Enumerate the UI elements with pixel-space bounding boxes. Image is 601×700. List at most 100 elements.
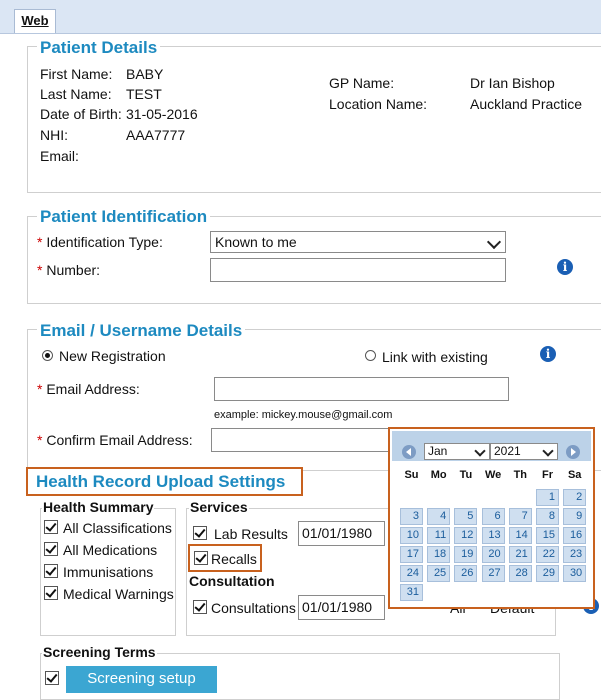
calendar-day[interactable]: 3 — [400, 508, 423, 525]
chevron-down-icon — [486, 234, 502, 250]
number-label: * Number: — [37, 262, 101, 278]
gp-name-value: Dr Ian Bishop — [470, 75, 555, 91]
chevron-down-icon — [542, 445, 554, 457]
tab-web[interactable]: Web — [14, 9, 56, 33]
services-title: Services — [189, 499, 249, 515]
email-address-input[interactable] — [214, 377, 509, 401]
consultations-checkbox[interactable] — [193, 600, 207, 614]
all-classifications-checkbox[interactable] — [44, 520, 58, 534]
calendar-weekday: Th — [513, 469, 528, 481]
medical-warnings-checkbox[interactable] — [44, 586, 58, 600]
confirm-email-label: * Confirm Email Address: — [37, 432, 193, 448]
info-icon[interactable]: i — [540, 346, 556, 362]
calendar-weekday: Sa — [567, 469, 582, 481]
calendar-day[interactable]: 26 — [454, 565, 478, 582]
calendar-day[interactable]: 28 — [508, 565, 532, 582]
tab-strip — [0, 0, 601, 34]
calendar-day[interactable]: 1 — [536, 489, 559, 506]
month-value: Jan — [428, 444, 448, 458]
first-name-value: BABY — [126, 66, 164, 82]
calendar-day[interactable]: 15 — [536, 527, 559, 544]
calendar-day[interactable]: 21 — [508, 546, 532, 563]
last-name-value: TEST — [126, 86, 162, 102]
month-select[interactable]: Jan — [424, 443, 490, 460]
id-type-value: Known to me — [215, 234, 297, 250]
patient-identification-title: Patient Identification — [37, 207, 211, 227]
next-month-icon[interactable] — [566, 445, 580, 459]
calendar-day[interactable]: 2 — [563, 489, 587, 506]
date-picker-popup: Jan 2021 Su Mo Tu We Th Fr Sa 1 2 3 4 5 6 7 8 9 10 11 12 1… — [388, 427, 595, 609]
all-medications-label: All Medications — [63, 542, 158, 558]
nhi-value: AAA7777 — [126, 127, 186, 143]
calendar-weekday: Fr — [542, 469, 553, 481]
calendar-day[interactable]: 27 — [481, 565, 505, 582]
calendar-day[interactable]: 12 — [454, 527, 478, 544]
calendar-day[interactable]: 18 — [427, 546, 451, 563]
calendar-day[interactable]: 10 — [400, 527, 423, 544]
immunisations-label: Immunisations — [63, 564, 154, 580]
calendar-weekday: Mo — [430, 469, 447, 481]
dob-value: 31-05-2016 — [126, 106, 198, 122]
calendar-day[interactable]: 13 — [481, 527, 505, 544]
email-address-label: * Email Address: — [37, 381, 140, 397]
new-registration-label: New Registration — [59, 348, 166, 364]
calendar-weekday: Su — [404, 469, 419, 481]
calendar-day[interactable]: 11 — [427, 527, 451, 544]
email-label: Email: — [40, 148, 79, 164]
screening-checkbox[interactable] — [45, 671, 59, 685]
consultations-date-input[interactable]: 01/01/1980 — [298, 595, 385, 620]
all-medications-checkbox[interactable] — [44, 542, 58, 556]
calendar-day[interactable]: 20 — [481, 546, 505, 563]
calendar-day[interactable]: 24 — [400, 565, 423, 582]
calendar-day[interactable]: 4 — [427, 508, 451, 525]
calendar-day[interactable]: 5 — [454, 508, 478, 525]
recalls-checkbox[interactable] — [194, 551, 208, 565]
consultation-title: Consultation — [189, 573, 275, 589]
location-value: Auckland Practice — [470, 96, 583, 112]
calendar-day[interactable]: 16 — [563, 527, 587, 544]
calendar-day[interactable]: 7 — [508, 508, 532, 525]
screening-terms-title: Screening Terms — [42, 644, 157, 660]
year-value: 2021 — [494, 444, 521, 458]
id-type-select[interactable]: Known to me — [210, 231, 506, 253]
calendar-day[interactable]: 31 — [400, 584, 423, 601]
dob-label: Date of Birth: — [40, 106, 122, 122]
calendar-day[interactable]: 14 — [508, 527, 532, 544]
lab-results-date-input[interactable]: 01/01/1980 — [298, 521, 385, 546]
id-type-label: * Identification Type: — [37, 234, 163, 250]
last-name-label: Last Name: — [40, 86, 112, 102]
year-select[interactable]: 2021 — [490, 443, 558, 460]
calendar-day[interactable]: 30 — [563, 565, 587, 582]
prev-month-icon[interactable] — [402, 445, 416, 459]
calendar-weekday: We — [484, 469, 502, 481]
lab-results-label: Lab Results — [214, 526, 288, 542]
calendar-day[interactable]: 6 — [481, 508, 505, 525]
calendar-day[interactable]: 29 — [536, 565, 559, 582]
patient-details-title: Patient Details — [37, 38, 161, 58]
calendar-day[interactable]: 9 — [563, 508, 587, 525]
consultations-label: Consultations — [211, 600, 296, 616]
all-classifications-label: All Classifications — [63, 520, 172, 536]
location-label: Location Name: — [329, 96, 428, 112]
gp-name-label: GP Name: — [329, 75, 395, 91]
lab-results-checkbox[interactable] — [193, 526, 207, 540]
email-example-hint: example: mickey.mouse@gmail.com — [214, 409, 393, 421]
link-existing-radio[interactable] — [365, 350, 376, 361]
info-icon[interactable]: i — [557, 259, 573, 275]
email-details-title: Email / Username Details — [37, 321, 246, 341]
immunisations-checkbox[interactable] — [44, 564, 58, 578]
nhi-label: NHI: — [40, 127, 68, 143]
chevron-down-icon — [474, 445, 486, 457]
number-input[interactable] — [210, 258, 506, 282]
confirm-email-input[interactable] — [211, 428, 389, 452]
calendar-day[interactable]: 25 — [427, 565, 451, 582]
new-registration-radio[interactable] — [42, 350, 53, 361]
calendar-weekday: Tu — [459, 469, 473, 481]
calendar-day[interactable]: 8 — [536, 508, 559, 525]
calendar-day[interactable]: 17 — [400, 546, 423, 563]
calendar-day[interactable]: 23 — [563, 546, 587, 563]
calendar-day[interactable]: 22 — [536, 546, 559, 563]
calendar-day[interactable]: 19 — [454, 546, 478, 563]
recalls-label: Recalls — [211, 551, 257, 567]
screening-setup-button[interactable]: Screening setup — [66, 666, 217, 693]
